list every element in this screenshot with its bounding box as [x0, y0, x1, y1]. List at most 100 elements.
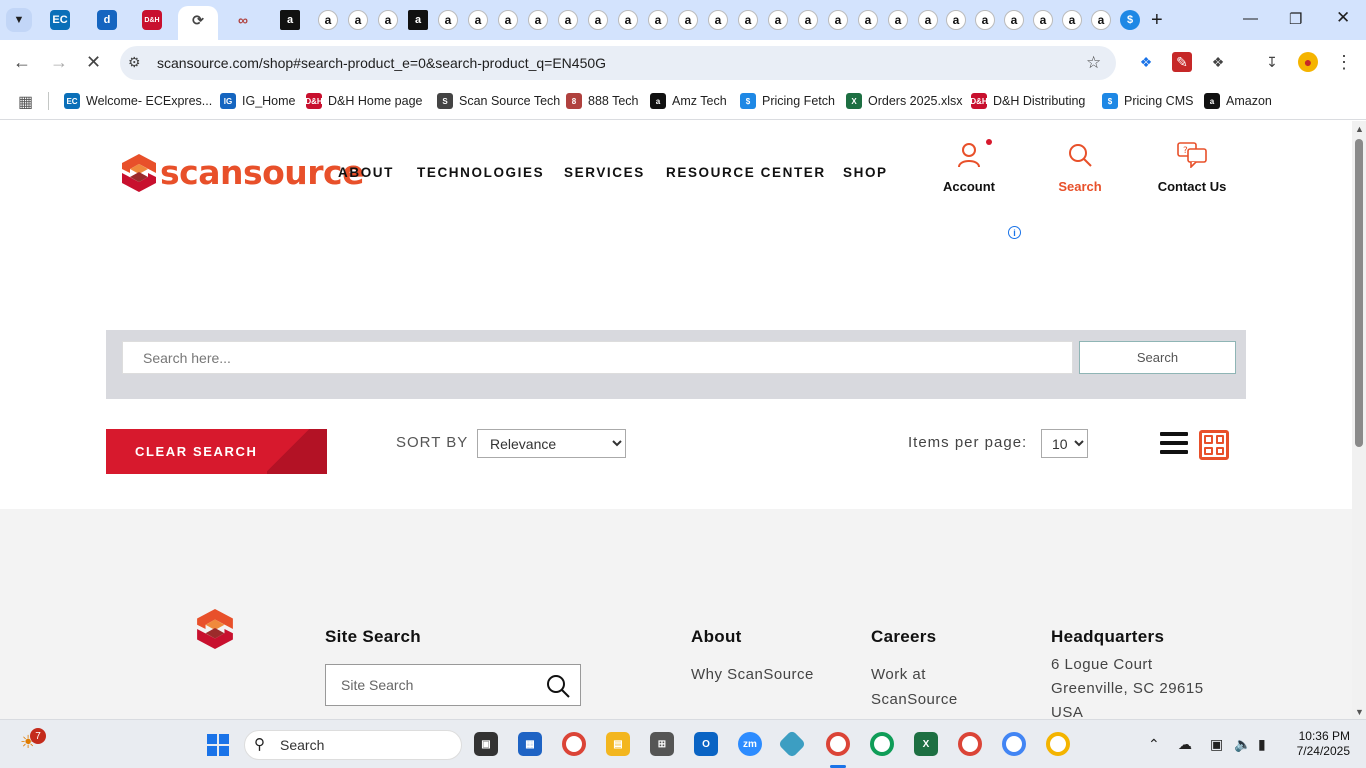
search-input[interactable] — [122, 341, 1073, 374]
tray-chevron-icon[interactable]: ⌃ — [1148, 736, 1160, 753]
bookmark-item[interactable]: D&H D&H Distributing — [970, 91, 1085, 111]
extension-icon[interactable]: ❖ — [1136, 52, 1156, 72]
clock[interactable]: 10:36 PM 7/24/2025 — [1284, 729, 1350, 759]
pdf-extension-icon[interactable]: ✎ — [1172, 52, 1192, 72]
scroll-down-icon[interactable]: ▼ — [1355, 707, 1364, 717]
minimize-icon[interactable]: — — [1243, 10, 1258, 27]
chrome-profile-icon[interactable] — [1002, 732, 1026, 756]
new-tab-button[interactable]: + — [1151, 9, 1163, 32]
chrome-icon[interactable] — [562, 732, 586, 756]
tab-amazon-icon[interactable]: a — [618, 10, 638, 30]
tab-amazon-icon[interactable]: a — [858, 10, 878, 30]
nav-services[interactable]: SERVICES — [564, 165, 645, 180]
bookmark-item[interactable]: a Amazon — [1204, 91, 1272, 111]
tab-ecexpress-icon[interactable]: EC — [50, 10, 70, 30]
tab-amazon-icon[interactable]: a — [798, 10, 818, 30]
tab-amazon-icon[interactable]: a — [1091, 10, 1111, 30]
bookmark-item[interactable]: $ Pricing CMS — [1102, 91, 1193, 111]
tab-amazon-icon[interactable]: a — [318, 10, 338, 30]
chrome-profile-icon[interactable] — [958, 732, 982, 756]
zoom-icon[interactable]: zm — [738, 732, 762, 756]
tab-amazon-icon[interactable]: a — [378, 10, 398, 30]
tab-amazon-icon[interactable]: a — [946, 10, 966, 30]
footer-logo-icon[interactable] — [197, 609, 233, 654]
bookmark-item[interactable]: D&H D&H Home page — [305, 91, 423, 111]
sort-select[interactable]: Relevance — [477, 429, 626, 458]
bookmark-item[interactable]: X Orders 2025.xlsx — [846, 91, 962, 111]
bookmark-item[interactable]: IG IG_Home — [220, 91, 296, 111]
scroll-up-icon[interactable]: ▲ — [1355, 124, 1364, 134]
info-icon[interactable]: i — [1008, 226, 1021, 239]
tab-amazon-icon[interactable]: a — [588, 10, 608, 30]
bookmark-item[interactable]: a Amz Tech — [650, 91, 727, 111]
tab-amazon-icon[interactable]: a — [918, 10, 938, 30]
back-icon[interactable]: ← — [13, 52, 31, 73]
close-icon[interactable]: ✕ — [1336, 8, 1350, 28]
tab-amazon-icon[interactable]: a — [1062, 10, 1082, 30]
tab-amazon-icon[interactable]: a — [828, 10, 848, 30]
tab-amazon-icon[interactable]: a — [975, 10, 995, 30]
bookmark-item[interactable]: EC Welcome- ECExpres... — [64, 91, 212, 111]
tab-amazon-icon[interactable]: a — [408, 10, 428, 30]
scansource-logo[interactable]: scansource — [122, 153, 365, 192]
taskbar-search-box[interactable] — [244, 730, 462, 760]
display-icon[interactable]: ▣ — [1210, 736, 1223, 753]
windows-start-icon[interactable] — [207, 734, 229, 756]
tab-amazon-icon[interactable]: a — [468, 10, 488, 30]
tab-search-button[interactable]: ▼ — [6, 8, 32, 32]
nav-resource-center[interactable]: RESOURCE CENTER — [666, 165, 826, 180]
contact-link[interactable]: ? Contact Us — [1137, 139, 1247, 194]
footer-link-work-at-scansource[interactable]: Work at ScanSource — [871, 662, 981, 712]
tab-dh-icon[interactable]: D&H — [142, 10, 162, 30]
footer-link-why-scansource[interactable]: Why ScanSource — [691, 662, 814, 687]
download-icon[interactable]: ↧ — [1262, 52, 1282, 72]
chrome-profile-icon[interactable] — [870, 732, 894, 756]
stop-loading-icon[interactable]: ✕ — [86, 52, 101, 73]
tab-amazon-icon[interactable]: a — [558, 10, 578, 30]
chrome-profile-icon[interactable] — [1046, 732, 1070, 756]
tab-888-icon[interactable]: ∞ — [233, 10, 253, 30]
nav-technologies[interactable]: TECHNOLOGIES — [417, 165, 544, 180]
url-text[interactable]: scansource.com/shop#search-product_e=0&s… — [157, 55, 606, 71]
tab-amazon-icon[interactable]: a — [528, 10, 548, 30]
site-info-icon[interactable]: ⚙ — [128, 54, 141, 71]
app-diamond-icon[interactable] — [777, 729, 807, 759]
bookmark-item[interactable]: S Scan Source Tech — [437, 91, 560, 111]
tab-pricing-icon[interactable]: $ — [1120, 10, 1140, 30]
excel-icon[interactable]: X — [914, 732, 938, 756]
tab-amazon-icon[interactable]: a — [708, 10, 728, 30]
outlook-icon[interactable]: O — [694, 732, 718, 756]
search-button[interactable]: Search — [1079, 341, 1236, 374]
list-view-icon[interactable] — [1160, 432, 1188, 458]
battery-icon[interactable]: ▮ — [1258, 736, 1266, 753]
onedrive-icon[interactable]: ☁ — [1178, 736, 1192, 753]
nav-about[interactable]: ABOUT — [338, 165, 394, 180]
account-link[interactable]: Account — [914, 139, 1024, 194]
tab-amazon-icon[interactable]: a — [678, 10, 698, 30]
task-view-icon[interactable]: ▣ — [474, 732, 498, 756]
nav-shop[interactable]: SHOP — [843, 165, 888, 180]
tab-amazon-icon[interactable]: a — [438, 10, 458, 30]
grid-view-icon[interactable] — [1199, 430, 1229, 460]
file-explorer-icon[interactable]: ▤ — [606, 732, 630, 756]
tab-scansource-icon[interactable]: ⟳ — [188, 10, 208, 30]
search-link[interactable]: Search — [1025, 139, 1135, 194]
volume-muted-icon[interactable]: 🔈 — [1234, 736, 1251, 753]
tab-amazon-icon[interactable]: a — [348, 10, 368, 30]
tab-amazon-icon[interactable]: a — [738, 10, 758, 30]
bookmark-item[interactable]: 8 888 Tech — [566, 91, 639, 111]
tab-amazon-icon[interactable]: a — [498, 10, 518, 30]
footer-search-input[interactable] — [326, 665, 536, 705]
footer-search-icon[interactable] — [546, 674, 570, 698]
tab-amazon-icon[interactable]: a — [1004, 10, 1024, 30]
calculator-icon[interactable]: ⊞ — [650, 732, 674, 756]
extensions-puzzle-icon[interactable]: ❖ — [1208, 52, 1228, 72]
page-scrollbar[interactable]: ▲ ▼ — [1352, 121, 1366, 719]
restore-icon[interactable]: ❐ — [1289, 10, 1302, 28]
bookmark-item[interactable]: $ Pricing Fetch — [740, 91, 835, 111]
tab-amazon-icon[interactable]: a — [768, 10, 788, 30]
clear-search-button[interactable]: CLEAR SEARCH — [106, 429, 327, 474]
bookmark-star-icon[interactable]: ☆ — [1086, 53, 1101, 73]
store-icon[interactable]: ▦ — [518, 732, 542, 756]
menu-kebab-icon[interactable]: ⋮ — [1334, 52, 1354, 72]
